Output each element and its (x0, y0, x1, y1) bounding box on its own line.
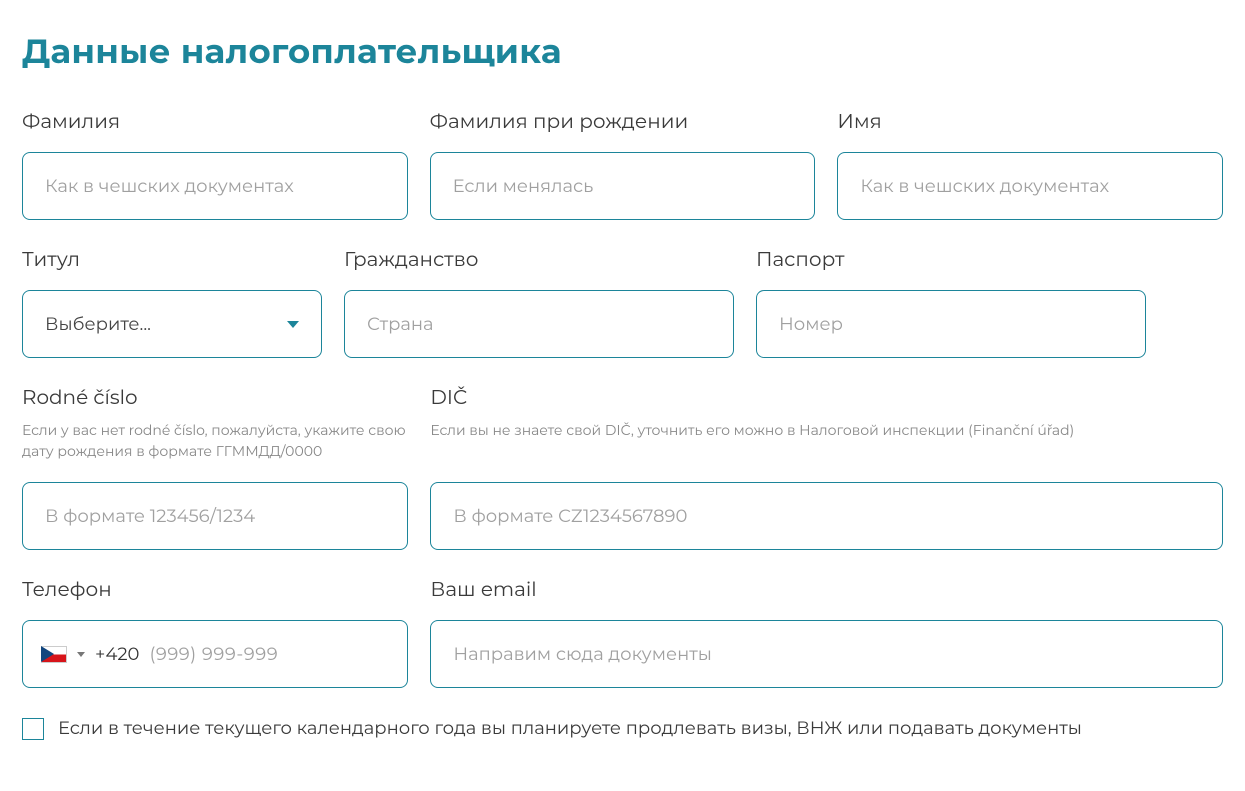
rodne-cislo-label: Rodné číslo (22, 386, 408, 410)
title-select[interactable]: Выберите... (22, 290, 322, 358)
visa-plan-checkbox-label: Если в течение текущего календарного год… (58, 716, 1082, 741)
flag-cz-icon (41, 646, 67, 663)
chevron-down-icon[interactable] (77, 652, 85, 657)
birth-surname-input[interactable] (430, 152, 816, 220)
first-name-label: Имя (837, 110, 1223, 134)
phone-prefix: +420 (95, 643, 139, 665)
passport-label: Паспорт (756, 248, 1146, 272)
first-name-input[interactable] (837, 152, 1223, 220)
surname-label: Фамилия (22, 110, 408, 134)
citizenship-input[interactable] (344, 290, 734, 358)
phone-label: Телефон (22, 578, 408, 602)
citizenship-label: Гражданство (344, 248, 734, 272)
chevron-down-icon (287, 321, 299, 328)
passport-input[interactable] (756, 290, 1146, 358)
dic-label: DIČ (430, 386, 1223, 410)
birth-surname-label: Фамилия при рождении (430, 110, 816, 134)
surname-input[interactable] (22, 152, 408, 220)
email-label: Ваш email (430, 578, 1223, 602)
visa-plan-checkbox[interactable] (22, 718, 44, 740)
email-input[interactable] (430, 620, 1223, 688)
dic-hint: Если вы не знаете свой DIČ, уточнить его… (430, 420, 1223, 464)
title-select-value: Выберите... (45, 313, 151, 335)
phone-input[interactable]: +420 (999) 999-999 (22, 620, 408, 688)
phone-mask: (999) 999-999 (149, 643, 278, 665)
rodne-cislo-hint: Если у вас нет rodné číslo, пожалуйста, … (22, 420, 408, 464)
dic-input[interactable] (430, 482, 1223, 550)
title-label: Титул (22, 248, 322, 272)
rodne-cislo-input[interactable] (22, 482, 408, 550)
page-title: Данные налогоплательщика (22, 30, 1223, 72)
